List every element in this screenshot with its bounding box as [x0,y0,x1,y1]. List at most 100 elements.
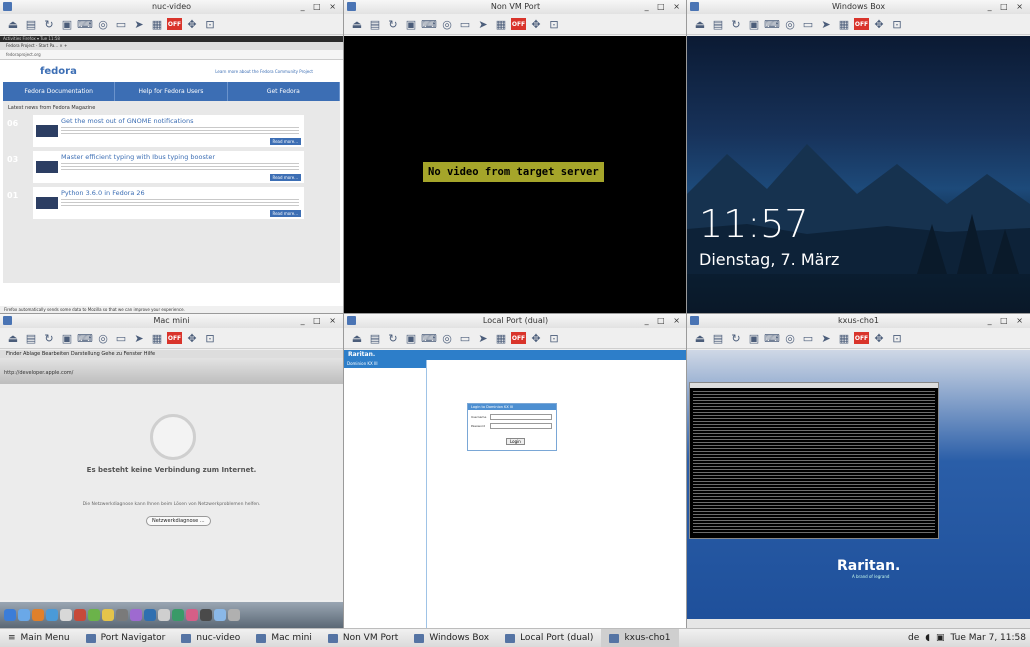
mouse-icon[interactable]: ◎ [439,17,455,32]
news-title[interactable]: Python 3.6.0 in Fedora 26 [61,189,145,197]
window-titlebar[interactable]: Local Port (dual) _ □ × [344,314,687,328]
main-menu-button[interactable]: ≡ Main Menu [0,629,78,647]
single-cursor-icon[interactable]: ▭ [113,17,129,32]
fedora-logo[interactable]: fedora [40,66,77,77]
window-controls[interactable]: _ □ × [301,0,339,14]
window-local-port[interactable]: Local Port (dual) _ □ × ⏏ ▤ ↻ ▣ ⌨ ◎ ▭ ➤ ▦ OFF ✥ ⊡ R… [344,314,687,628]
mouse-icon[interactable]: ◎ [782,331,798,346]
window-mac-mini[interactable]: Mac mini _ □ × ⏏ ▤ ↻ ▣ ⌨ ◎ ▭ ➤ ▦ OFF ✥ ⊡ Finder Abl… [0,314,343,628]
window-titlebar[interactable]: nuc-video _ □ × [0,0,343,14]
taskbar-item-local-port[interactable]: Local Port (dual) [497,629,601,647]
clock[interactable]: Tue Mar 7, 11:58 [951,633,1026,643]
terminal-titlebar[interactable] [690,383,938,388]
pointer-icon[interactable]: ➤ [475,331,491,346]
dock-app-icon[interactable] [88,609,100,621]
window-windows-box[interactable]: Windows Box _ □ × ⏏ ▤ ↻ ▣ ⌨ ◎ ▭ ➤ ▦ OFF ✥ ⊡ 11:57 D… [687,0,1030,314]
window-titlebar[interactable]: kxus-cho1 _ □ × [687,314,1030,328]
smart-card-icon[interactable]: OFF [167,18,182,30]
window-kxus-cho1[interactable]: kxus-cho1 _ □ × ⏏ ▤ ↻ ▣ ⌨ ◎ ▭ ➤ ▦ OFF ✥ ⊡ Raritan. … [687,314,1030,628]
fit-icon[interactable]: ⊡ [546,331,562,346]
mouse-icon[interactable]: ◎ [95,331,111,346]
news-card[interactable]: 06 Get the most out of GNOME notificatio… [7,115,304,147]
connection-icon[interactable]: ▣ [403,331,419,346]
pointer-icon[interactable]: ➤ [131,331,147,346]
video-kxus[interactable]: Raritan. A brand of legrand [687,350,1030,628]
refresh-icon[interactable]: ↻ [728,331,744,346]
connection-icon[interactable]: ▣ [746,17,762,32]
properties-icon[interactable]: ▤ [23,17,39,32]
read-more-button[interactable]: Read more... [269,174,301,181]
login-button[interactable]: Login [506,438,525,445]
window-controls[interactable]: _ □ × [988,314,1026,328]
move-icon[interactable]: ✥ [871,331,887,346]
fit-icon[interactable]: ⊡ [202,17,218,32]
dock-trash-icon[interactable] [228,609,240,621]
screen-icon[interactable]: ▦ [149,17,165,32]
smart-card-icon[interactable]: OFF [854,18,869,30]
screen-icon[interactable]: ▦ [836,17,852,32]
keyboard-icon[interactable]: ⌨ [764,331,780,346]
keyboard-icon[interactable]: ⌨ [421,17,437,32]
refresh-icon[interactable]: ↻ [41,331,57,346]
keyboard-icon[interactable]: ⌨ [77,17,93,32]
taskbar-item-mac-mini[interactable]: Mac mini [248,629,320,647]
dock-finder-icon[interactable] [4,609,16,621]
move-icon[interactable]: ✥ [184,17,200,32]
video-nuc[interactable]: Activities Firefox ▾ Tue 11:58 Fedora Pr… [0,36,343,314]
move-icon[interactable]: ✥ [528,331,544,346]
fit-icon[interactable]: ⊡ [202,331,218,346]
fit-icon[interactable]: ⊡ [889,331,905,346]
window-non-vm-port[interactable]: Non VM Port _ □ × ⏏ ▤ ↻ ▣ ⌨ ◎ ▭ ➤ ▦ OFF ✥ ⊡ No vide… [344,0,687,314]
dock-app-icon[interactable] [32,609,44,621]
network-icon[interactable]: ▣ [936,633,945,643]
dock-app-icon[interactable] [172,609,184,621]
properties-icon[interactable]: ▤ [710,17,726,32]
dock-app-icon[interactable] [200,609,212,621]
keyboard-icon[interactable]: ⌨ [764,17,780,32]
keyboard-layout[interactable]: de [908,633,919,643]
properties-icon[interactable]: ▤ [367,17,383,32]
connection-icon[interactable]: ▣ [403,17,419,32]
safari-url[interactable]: http://developer.apple.com/ [4,370,343,376]
disconnect-icon[interactable]: ⏏ [5,331,21,346]
screen-icon[interactable]: ▦ [493,331,509,346]
single-cursor-icon[interactable]: ▭ [800,331,816,346]
screen-icon[interactable]: ▦ [149,331,165,346]
connection-icon[interactable]: ▣ [59,17,75,32]
terminal-window[interactable] [689,382,939,539]
single-cursor-icon[interactable]: ▭ [113,331,129,346]
smart-card-icon[interactable]: OFF [854,332,869,344]
smart-card-icon[interactable]: OFF [511,18,526,30]
disconnect-icon[interactable]: ⏏ [349,331,365,346]
pointer-icon[interactable]: ➤ [818,331,834,346]
single-cursor-icon[interactable]: ▭ [800,17,816,32]
refresh-icon[interactable]: ↻ [41,17,57,32]
username-field[interactable] [490,414,552,420]
mac-menubar[interactable]: Finder Ablage Bearbeiten Darstellung Geh… [0,350,343,358]
mouse-icon[interactable]: ◎ [95,17,111,32]
keyboard-icon[interactable]: ⌨ [77,331,93,346]
single-cursor-icon[interactable]: ▭ [457,331,473,346]
refresh-icon[interactable]: ↻ [728,17,744,32]
move-icon[interactable]: ✥ [528,17,544,32]
pointer-icon[interactable]: ➤ [818,17,834,32]
window-controls[interactable]: _ □ × [645,314,683,328]
single-cursor-icon[interactable]: ▭ [457,17,473,32]
video-mac[interactable]: Finder Ablage Bearbeiten Darstellung Geh… [0,350,343,628]
mouse-icon[interactable]: ◎ [439,331,455,346]
window-nuc-video[interactable]: nuc-video _ □ × ⏏ ▤ ↻ ▣ ⌨ ◎ ▭ ➤ ▦ OFF ✥ ⊡ Activitie… [0,0,343,314]
network-diagnose-button[interactable]: Netzwerkdiagnose ... [146,516,211,526]
fit-icon[interactable]: ⊡ [889,17,905,32]
connection-icon[interactable]: ▣ [746,331,762,346]
window-controls[interactable]: _ □ × [988,0,1026,14]
taskbar-item-nuc-video[interactable]: nuc-video [173,629,248,647]
dock-app-icon[interactable] [60,609,72,621]
taskbar-item-port-navigator[interactable]: Port Navigator [78,629,174,647]
firefox-tab[interactable]: Fedora Project - Start Pa... × + [0,42,343,50]
fedora-community-link[interactable]: Learn more about the Fedora Community Pr… [215,69,313,74]
dock-app-icon[interactable] [46,609,58,621]
mouse-icon[interactable]: ◎ [782,17,798,32]
video-windows-lockscreen[interactable]: 11:57 Dienstag, 7. März [687,36,1030,314]
move-icon[interactable]: ✥ [184,331,200,346]
properties-icon[interactable]: ▤ [367,331,383,346]
